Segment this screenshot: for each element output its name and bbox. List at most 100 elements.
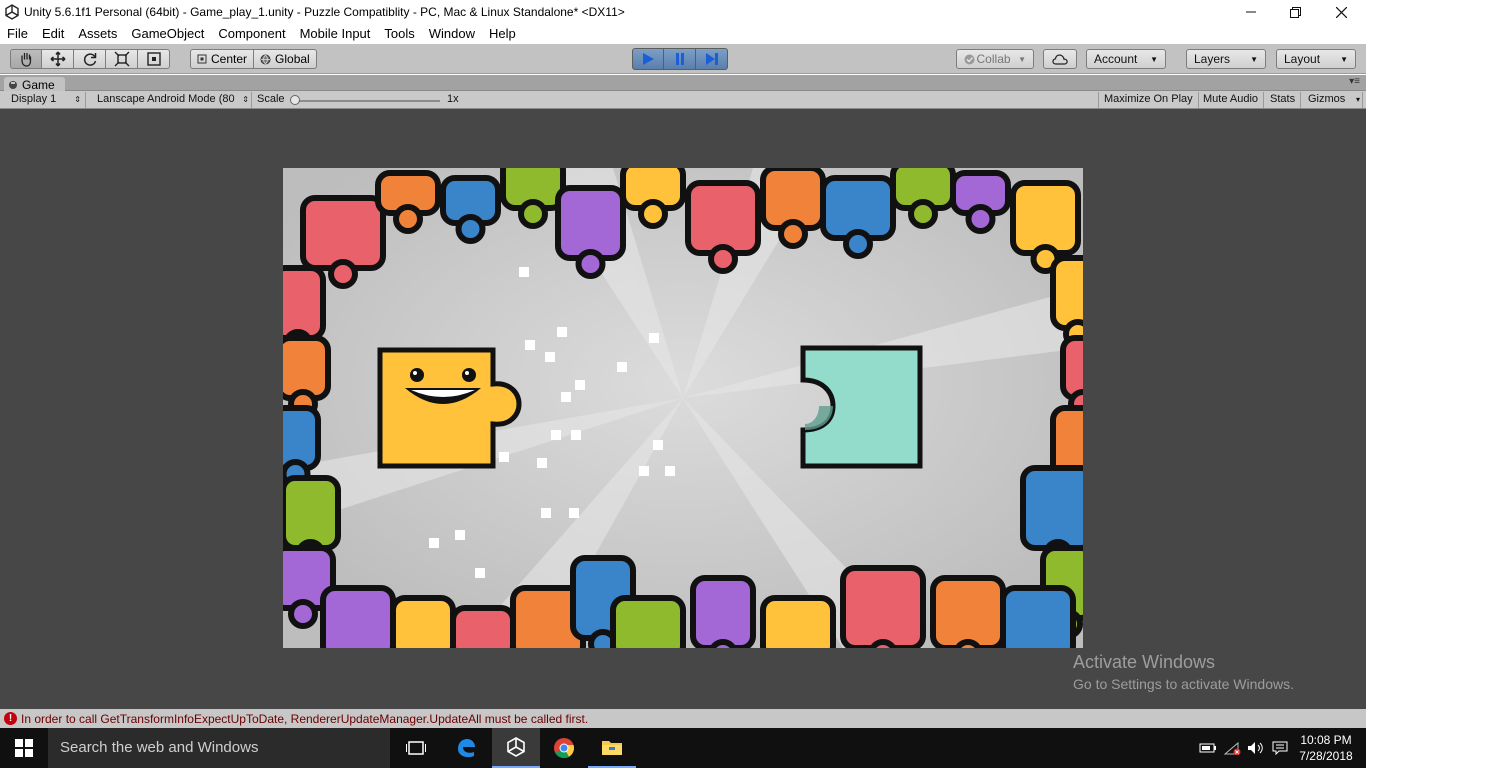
gizmos-dropdown[interactable]: Gizmos ▾ — [1303, 92, 1363, 108]
game-render-canvas[interactable] — [283, 168, 1083, 648]
panel-menu-icon[interactable]: ▾≡ — [1349, 76, 1360, 87]
sparkle — [429, 538, 439, 548]
taskbar-clock[interactable]: 10:08 PM 7/28/2018 — [1296, 732, 1356, 764]
rect-tool-button[interactable] — [138, 49, 170, 69]
scale-label: Scale — [257, 93, 285, 105]
border-puzzle-piece — [760, 595, 836, 648]
menu-edit[interactable]: Edit — [35, 24, 71, 44]
play-button[interactable] — [632, 48, 664, 70]
scale-slider-handle[interactable] — [290, 95, 300, 105]
pause-icon — [675, 53, 684, 65]
display-dropdown[interactable]: Display 1 ⇕ — [6, 92, 86, 108]
restore-button[interactable] — [1272, 0, 1318, 24]
wifi-disconnected-icon — [1223, 741, 1241, 755]
chevron-down-icon: ▼ — [1340, 54, 1348, 64]
task-view-icon — [406, 741, 426, 755]
watermark-line2: Go to Settings to activate Windows. — [1073, 676, 1294, 692]
maximize-on-play-toggle[interactable]: Maximize On Play — [1098, 92, 1199, 108]
center-pivot-icon — [197, 54, 207, 64]
edge-taskbar-button[interactable] — [442, 728, 490, 768]
stats-toggle[interactable]: Stats — [1265, 92, 1302, 108]
tab-game[interactable]: Game — [4, 77, 65, 92]
play-icon — [643, 53, 654, 65]
aspect-dropdown[interactable]: Lanscape Android Mode (80 ⇕ — [92, 92, 252, 108]
chevron-down-icon: ▼ — [1150, 54, 1158, 64]
move-tool-button[interactable] — [42, 49, 74, 69]
border-puzzle-piece — [1050, 255, 1083, 331]
sparkle — [569, 508, 579, 518]
scale-value: 1x — [447, 93, 459, 105]
pause-button[interactable] — [664, 48, 696, 70]
status-message: In order to call GetTransformInfoExpectU… — [21, 711, 589, 726]
volume-tray-button[interactable] — [1244, 728, 1268, 768]
close-icon — [1335, 6, 1347, 18]
sparkle — [551, 430, 561, 440]
pivot-center-label: Center — [211, 52, 248, 66]
globe-icon — [260, 54, 271, 65]
move-icon — [50, 51, 65, 67]
border-puzzle-piece — [685, 180, 761, 256]
activate-windows-watermark: Activate Windows Go to Settings to activ… — [1073, 652, 1294, 692]
game-panel-tabbar: Game ▾≡ — [0, 75, 1366, 92]
minimize-icon — [1246, 11, 1256, 13]
sparkle — [475, 568, 485, 578]
console-status-bar[interactable]: ! In order to call GetTransformInfoExpec… — [0, 709, 1366, 728]
edge-icon — [458, 739, 475, 758]
scale-slider-track[interactable] — [292, 100, 440, 102]
puzzle-knob — [575, 249, 606, 279]
menu-tools[interactable]: Tools — [377, 24, 421, 44]
hand-icon — [21, 52, 32, 67]
minimize-button[interactable] — [1228, 0, 1274, 24]
window-title: Unity 5.6.1f1 Personal (64bit) - Game_pl… — [24, 5, 625, 19]
chevron-down-icon: ▾ — [1355, 95, 1360, 104]
sparkle — [525, 340, 535, 350]
network-tray-button[interactable] — [1196, 728, 1220, 768]
border-puzzle-piece — [300, 195, 386, 271]
notifications-tray-button[interactable] — [1268, 728, 1292, 768]
sparkle — [541, 508, 551, 518]
sparkle — [519, 267, 529, 277]
chrome-taskbar-button[interactable] — [540, 728, 588, 768]
watermark-line1: Activate Windows — [1073, 652, 1216, 672]
menu-window[interactable]: Window — [422, 24, 482, 44]
menu-mobile-input[interactable]: Mobile Input — [293, 24, 378, 44]
pivot-toggle-group: Center Global — [190, 49, 317, 69]
chevron-down-icon: ▼ — [1018, 54, 1026, 64]
space-global-button[interactable]: Global — [254, 49, 317, 69]
battery-icon — [1199, 743, 1216, 753]
teal-puzzle-piece[interactable] — [800, 345, 923, 469]
puzzle-knob — [708, 244, 738, 274]
puzzle-knob — [638, 199, 668, 229]
step-button[interactable] — [696, 48, 728, 70]
taskbar-search-box[interactable]: Search the web and Windows — [48, 728, 390, 768]
menu-component[interactable]: Component — [211, 24, 292, 44]
title-bar: Unity 5.6.1f1 Personal (64bit) - Game_pl… — [0, 0, 1366, 24]
rotate-tool-button[interactable] — [74, 49, 106, 69]
puzzle-knob — [455, 214, 486, 244]
sparkle — [455, 530, 465, 540]
border-puzzle-piece — [390, 595, 456, 648]
menu-help[interactable]: Help — [482, 24, 523, 44]
collab-dropdown[interactable]: Collab ▼ — [956, 49, 1034, 69]
layout-dropdown[interactable]: Layout ▼ — [1276, 49, 1356, 69]
menu-gameobject[interactable]: GameObject — [124, 24, 211, 44]
space-global-label: Global — [275, 52, 310, 66]
unity-taskbar-button[interactable] — [492, 728, 540, 768]
layers-dropdown[interactable]: Layers ▼ — [1186, 49, 1266, 69]
mute-audio-toggle[interactable]: Mute Audio — [1198, 92, 1265, 108]
menu-file[interactable]: File — [0, 24, 35, 44]
sparkle — [537, 458, 547, 468]
scale-tool-button[interactable] — [106, 49, 138, 69]
account-dropdown[interactable]: Account ▼ — [1086, 49, 1166, 69]
cloud-button[interactable] — [1043, 49, 1077, 69]
file-explorer-taskbar-button[interactable] — [588, 728, 636, 768]
playmode-controls — [632, 48, 728, 70]
border-puzzle-piece — [840, 565, 926, 648]
hand-tool-button[interactable] — [10, 49, 42, 69]
task-view-button[interactable] — [392, 728, 440, 768]
close-button[interactable] — [1318, 0, 1364, 24]
pivot-center-button[interactable]: Center — [190, 49, 255, 69]
menu-assets[interactable]: Assets — [71, 24, 124, 44]
start-button[interactable] — [0, 728, 48, 768]
wifi-tray-button[interactable] — [1220, 728, 1244, 768]
